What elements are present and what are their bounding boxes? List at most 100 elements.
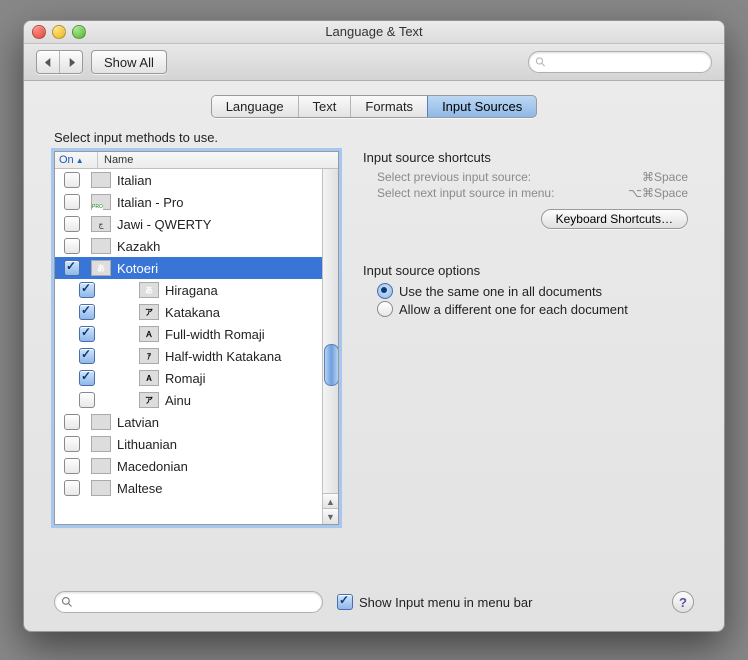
column-name[interactable]: Name <box>98 152 338 168</box>
show-all-label: Show All <box>104 55 154 70</box>
list-item[interactable]: Italian - Pro <box>55 191 338 213</box>
item-label: Lithuanian <box>117 437 177 452</box>
on-checkbox[interactable] <box>64 260 80 276</box>
on-checkbox[interactable] <box>79 370 95 386</box>
list-item[interactable]: あHiragana <box>55 279 338 301</box>
on-checkbox[interactable] <box>79 348 95 364</box>
on-checkbox[interactable] <box>64 216 80 232</box>
keyboard-shortcuts-label: Keyboard Shortcuts… <box>556 212 673 226</box>
toolbar: Show All <box>24 44 724 81</box>
list-item[interactable]: アKatakana <box>55 301 338 323</box>
list-item[interactable]: Italian <box>55 169 338 191</box>
close-button[interactable] <box>32 25 46 39</box>
tab-area: Language Text Formats Input Sources <box>24 95 724 118</box>
flag-icon <box>91 414 111 430</box>
on-checkbox[interactable] <box>64 172 80 188</box>
radio-button[interactable] <box>377 283 393 299</box>
left-column: Select input methods to use. On ▲ Name I… <box>54 130 339 525</box>
shortcut-label: Select previous input source: <box>377 170 531 184</box>
list-item[interactable]: Lithuanian <box>55 433 338 455</box>
scrollbar-thumb[interactable] <box>324 344 338 386</box>
flag-icon: ア <box>139 392 159 408</box>
keyboard-shortcuts-button[interactable]: Keyboard Shortcuts… <box>541 209 688 229</box>
show-all-button[interactable]: Show All <box>91 50 167 74</box>
scrollbar-up-icon[interactable]: ▲ <box>323 493 338 509</box>
flag-icon <box>91 172 111 188</box>
list-item[interactable]: ARomaji <box>55 367 338 389</box>
on-checkbox[interactable] <box>64 414 80 430</box>
forward-button[interactable] <box>60 51 82 73</box>
item-label: Romaji <box>165 371 205 386</box>
on-checkbox[interactable] <box>64 194 80 210</box>
radio-button[interactable] <box>377 301 393 317</box>
flag-icon <box>91 458 111 474</box>
flag-icon: Ａ <box>139 326 159 342</box>
tab-formats[interactable]: Formats <box>351 96 428 117</box>
show-input-menu-option[interactable]: Show Input menu in menu bar <box>337 594 532 610</box>
tab-text[interactable]: Text <box>299 96 352 117</box>
list-header: On ▲ Name <box>55 152 338 169</box>
footer: Show Input menu in menu bar ? <box>54 591 694 613</box>
chevron-left-icon <box>44 58 53 67</box>
list-item[interactable]: あKotoeri <box>55 257 338 279</box>
flag-icon: ア <box>139 304 159 320</box>
flag-icon: ج <box>91 216 111 232</box>
shortcut-row: Select previous input source:⌘Space <box>363 169 694 185</box>
column-name-label: Name <box>104 154 133 166</box>
zoom-button[interactable] <box>72 25 86 39</box>
search-icon <box>61 596 73 608</box>
on-checkbox[interactable] <box>64 458 80 474</box>
item-label: Kazakh <box>117 239 160 254</box>
item-label: Half-width Katakana <box>165 349 281 364</box>
filter-search[interactable] <box>54 591 323 613</box>
list-item[interactable]: Kazakh <box>55 235 338 257</box>
minimize-button[interactable] <box>52 25 66 39</box>
on-checkbox[interactable] <box>79 282 95 298</box>
list-item[interactable]: Maltese <box>55 477 338 499</box>
tab-input-sources[interactable]: Input Sources <box>427 95 537 118</box>
list-item[interactable]: ＡFull-width Romaji <box>55 323 338 345</box>
shortcut-key: ⌥⌘Space <box>628 186 688 200</box>
option-radio[interactable]: Use the same one in all documents <box>363 282 694 300</box>
scrollbar-down-icon[interactable]: ▼ <box>323 508 338 524</box>
search-icon <box>535 56 546 68</box>
item-label: Italian <box>117 173 152 188</box>
item-label: Hiragana <box>165 283 218 298</box>
on-checkbox[interactable] <box>64 436 80 452</box>
nav-back-forward <box>36 50 83 74</box>
list-item[interactable]: アAinu <box>55 389 338 411</box>
shortcuts-title: Input source shortcuts <box>363 150 694 165</box>
list-item[interactable]: ｱHalf-width Katakana <box>55 345 338 367</box>
show-input-menu-checkbox[interactable] <box>337 594 353 610</box>
list-item[interactable]: Macedonian <box>55 455 338 477</box>
help-button[interactable]: ? <box>672 591 694 613</box>
shortcuts-list: Select previous input source:⌘SpaceSelec… <box>363 169 694 201</box>
scrollbar[interactable]: ▲ ▼ <box>322 169 338 524</box>
list-body[interactable]: Italian Italian - ProجJawi - QWERTY Kazakh… <box>55 169 338 524</box>
titlebar: Language & Text <box>24 21 724 44</box>
flag-icon <box>91 238 111 254</box>
option-radio[interactable]: Allow a different one for each document <box>363 300 694 318</box>
on-checkbox[interactable] <box>64 238 80 254</box>
tab-language[interactable]: Language <box>212 96 299 117</box>
input-sources-list[interactable]: On ▲ Name Italian Italian - ProجJawi - QW… <box>54 151 339 525</box>
toolbar-search-input[interactable] <box>546 54 705 70</box>
column-on[interactable]: On ▲ <box>55 152 98 168</box>
flag-icon <box>91 436 111 452</box>
on-checkbox[interactable] <box>64 480 80 496</box>
tab-label: Formats <box>365 99 413 114</box>
filter-search-input[interactable] <box>73 594 316 610</box>
list-item[interactable]: جJawi - QWERTY <box>55 213 338 235</box>
on-checkbox[interactable] <box>79 392 95 408</box>
tab-label: Input Sources <box>442 99 522 114</box>
tab-label: Language <box>226 99 284 114</box>
right-column: Input source shortcuts Select previous i… <box>363 130 694 525</box>
list-item[interactable]: Latvian <box>55 411 338 433</box>
on-checkbox[interactable] <box>79 326 95 342</box>
back-button[interactable] <box>37 51 60 73</box>
chevron-right-icon <box>67 58 76 67</box>
traffic-lights <box>32 25 86 39</box>
instruction-label: Select input methods to use. <box>54 130 339 145</box>
toolbar-search[interactable] <box>528 51 712 73</box>
on-checkbox[interactable] <box>79 304 95 320</box>
